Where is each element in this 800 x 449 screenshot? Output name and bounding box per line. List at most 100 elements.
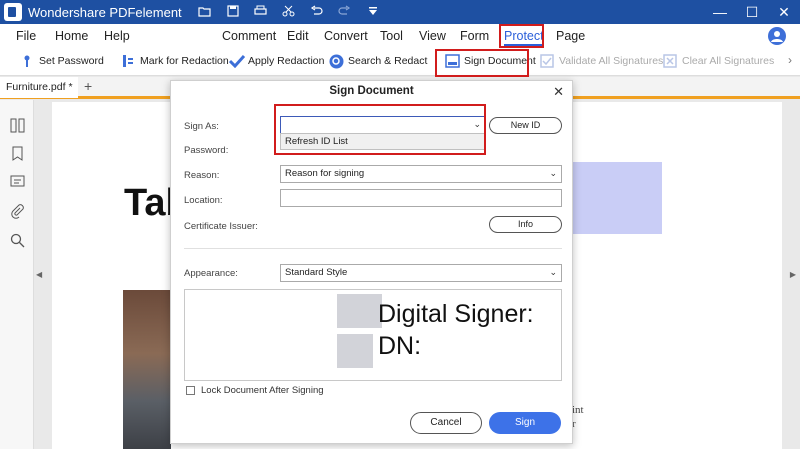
collapse-left-icon[interactable]: ◀ <box>36 270 42 279</box>
window-controls: — ☐ ✕ <box>704 4 800 21</box>
chevron-down-icon: ⌄ <box>473 119 481 129</box>
protect-toolbar: Set Password Mark for Redaction Apply Re… <box>0 48 800 76</box>
preview-signer-text: Digital Signer: <box>378 300 534 328</box>
menu-view[interactable]: View <box>419 29 446 43</box>
comment-icon[interactable] <box>10 175 25 190</box>
validate-all-signatures-button[interactable]: Validate All Signatures <box>540 54 663 68</box>
preview-dn-text: DN: <box>378 332 422 360</box>
mark-redaction-icon <box>121 54 135 68</box>
print-icon[interactable] <box>254 5 268 20</box>
sign-as-label: Sign As: <box>184 121 219 132</box>
refresh-id-list-label: Refresh ID List <box>285 136 348 147</box>
lock-document-checkbox[interactable] <box>186 386 195 395</box>
sign-as-select[interactable]: ⌄ <box>280 116 486 134</box>
location-label: Location: <box>184 195 223 206</box>
app-logo-icon <box>4 3 22 21</box>
clear-icon <box>663 54 677 68</box>
location-input[interactable] <box>280 189 562 207</box>
clear-all-label: Clear All Signatures <box>682 55 775 67</box>
attachment-icon[interactable] <box>10 204 25 219</box>
menu-file[interactable]: File <box>16 29 36 43</box>
validate-icon <box>540 54 554 68</box>
maximize-button[interactable]: ☐ <box>736 4 768 21</box>
cancel-label: Cancel <box>430 417 462 428</box>
dialog-title: Sign Document <box>329 85 414 97</box>
save-icon[interactable] <box>226 4 240 20</box>
password-label: Password: <box>184 145 229 156</box>
chevron-down-icon: ⌄ <box>549 267 557 277</box>
lock-document-label: Lock Document After Signing <box>201 385 324 396</box>
preview-graphic <box>337 294 382 328</box>
search-redact-icon <box>329 54 344 69</box>
menu-form[interactable]: Form <box>460 29 489 43</box>
validate-all-label: Validate All Signatures <box>559 55 664 67</box>
dialog-close-icon[interactable]: ✕ <box>553 84 564 100</box>
apply-redaction-button[interactable]: Apply Redaction <box>228 54 325 69</box>
menu-bar: File Home Help Comment Edit Convert Tool… <box>0 24 800 48</box>
quick-access-toolbar <box>198 4 380 20</box>
user-icon[interactable] <box>768 27 786 45</box>
menu-tool[interactable]: Tool <box>380 29 403 43</box>
thumbnails-icon[interactable] <box>10 118 25 133</box>
key-icon <box>20 54 34 68</box>
scissors-icon[interactable] <box>282 5 296 20</box>
new-id-label: New ID <box>510 120 541 130</box>
search-icon[interactable] <box>10 233 25 248</box>
menu-protect[interactable]: Protect <box>504 29 544 46</box>
mark-for-redaction-label: Mark for Redaction <box>140 55 229 67</box>
signature-preview: Digital Signer: DN: <box>184 289 562 381</box>
preview-graphic <box>337 334 373 368</box>
info-label: Info <box>517 219 533 229</box>
appearance-value: Standard Style <box>285 267 348 278</box>
menu-help[interactable]: Help <box>104 29 130 43</box>
tab-furniture[interactable]: Furniture.pdf * <box>0 77 78 98</box>
toolbar-overflow-icon[interactable]: › <box>788 53 792 67</box>
checkmark-icon <box>228 54 246 69</box>
appearance-label: Appearance: <box>184 268 238 279</box>
dropdown-icon[interactable] <box>366 5 380 20</box>
app-title: Wondershare PDFelement <box>28 4 182 20</box>
collapse-right-icon[interactable]: ▶ <box>790 270 796 279</box>
divider <box>184 248 562 249</box>
document-text-line: int <box>572 404 584 416</box>
close-button[interactable]: ✕ <box>768 4 800 21</box>
sign-document-icon <box>445 54 460 68</box>
undo-icon[interactable] <box>310 5 324 20</box>
sign-document-button[interactable]: Sign Document <box>445 54 536 68</box>
new-id-button[interactable]: New ID <box>489 117 562 134</box>
menu-home[interactable]: Home <box>55 29 88 43</box>
reason-select[interactable]: Reason for signing ⌄ <box>280 165 562 183</box>
clear-all-signatures-button[interactable]: Clear All Signatures <box>663 54 774 68</box>
menu-edit[interactable]: Edit <box>287 29 309 43</box>
info-button[interactable]: Info <box>489 216 562 233</box>
mark-for-redaction-button[interactable]: Mark for Redaction <box>121 54 229 68</box>
set-password-button[interactable]: Set Password <box>20 54 104 68</box>
sign-as-dropdown-option[interactable]: Refresh ID List <box>280 133 486 150</box>
certificate-issuer-label: Certificate Issuer: <box>184 221 258 232</box>
menu-page[interactable]: Page <box>556 29 585 43</box>
sign-button[interactable]: Sign <box>489 412 561 434</box>
chevron-down-icon: ⌄ <box>549 168 557 178</box>
folder-icon[interactable] <box>198 5 212 20</box>
set-password-label: Set Password <box>39 55 104 67</box>
tab-label: Furniture.pdf * <box>6 81 73 93</box>
add-tab-button[interactable]: + <box>84 78 92 94</box>
title-bar: Wondershare PDFelement — ☐ ✕ <box>0 0 800 24</box>
menu-convert[interactable]: Convert <box>324 29 368 43</box>
sign-document-label: Sign Document <box>464 55 536 67</box>
apply-redaction-label: Apply Redaction <box>248 55 325 67</box>
appearance-select[interactable]: Standard Style ⌄ <box>280 264 562 282</box>
menu-comment[interactable]: Comment <box>222 29 276 43</box>
left-sidebar <box>0 100 34 449</box>
sign-label: Sign <box>514 417 535 428</box>
redo-icon[interactable] <box>338 5 352 20</box>
reason-label: Reason: <box>184 170 220 181</box>
search-redact-label: Search & Redact <box>348 55 428 67</box>
reason-value: Reason for signing <box>285 168 365 179</box>
cancel-button[interactable]: Cancel <box>410 412 482 434</box>
bookmark-icon[interactable] <box>10 146 25 161</box>
search-redact-button[interactable]: Search & Redact <box>329 54 428 69</box>
furniture-photo <box>123 290 171 449</box>
minimize-button[interactable]: — <box>704 4 736 21</box>
sign-document-dialog: Sign Document ✕ Sign As: ⌄ Refresh ID Li… <box>170 80 573 444</box>
